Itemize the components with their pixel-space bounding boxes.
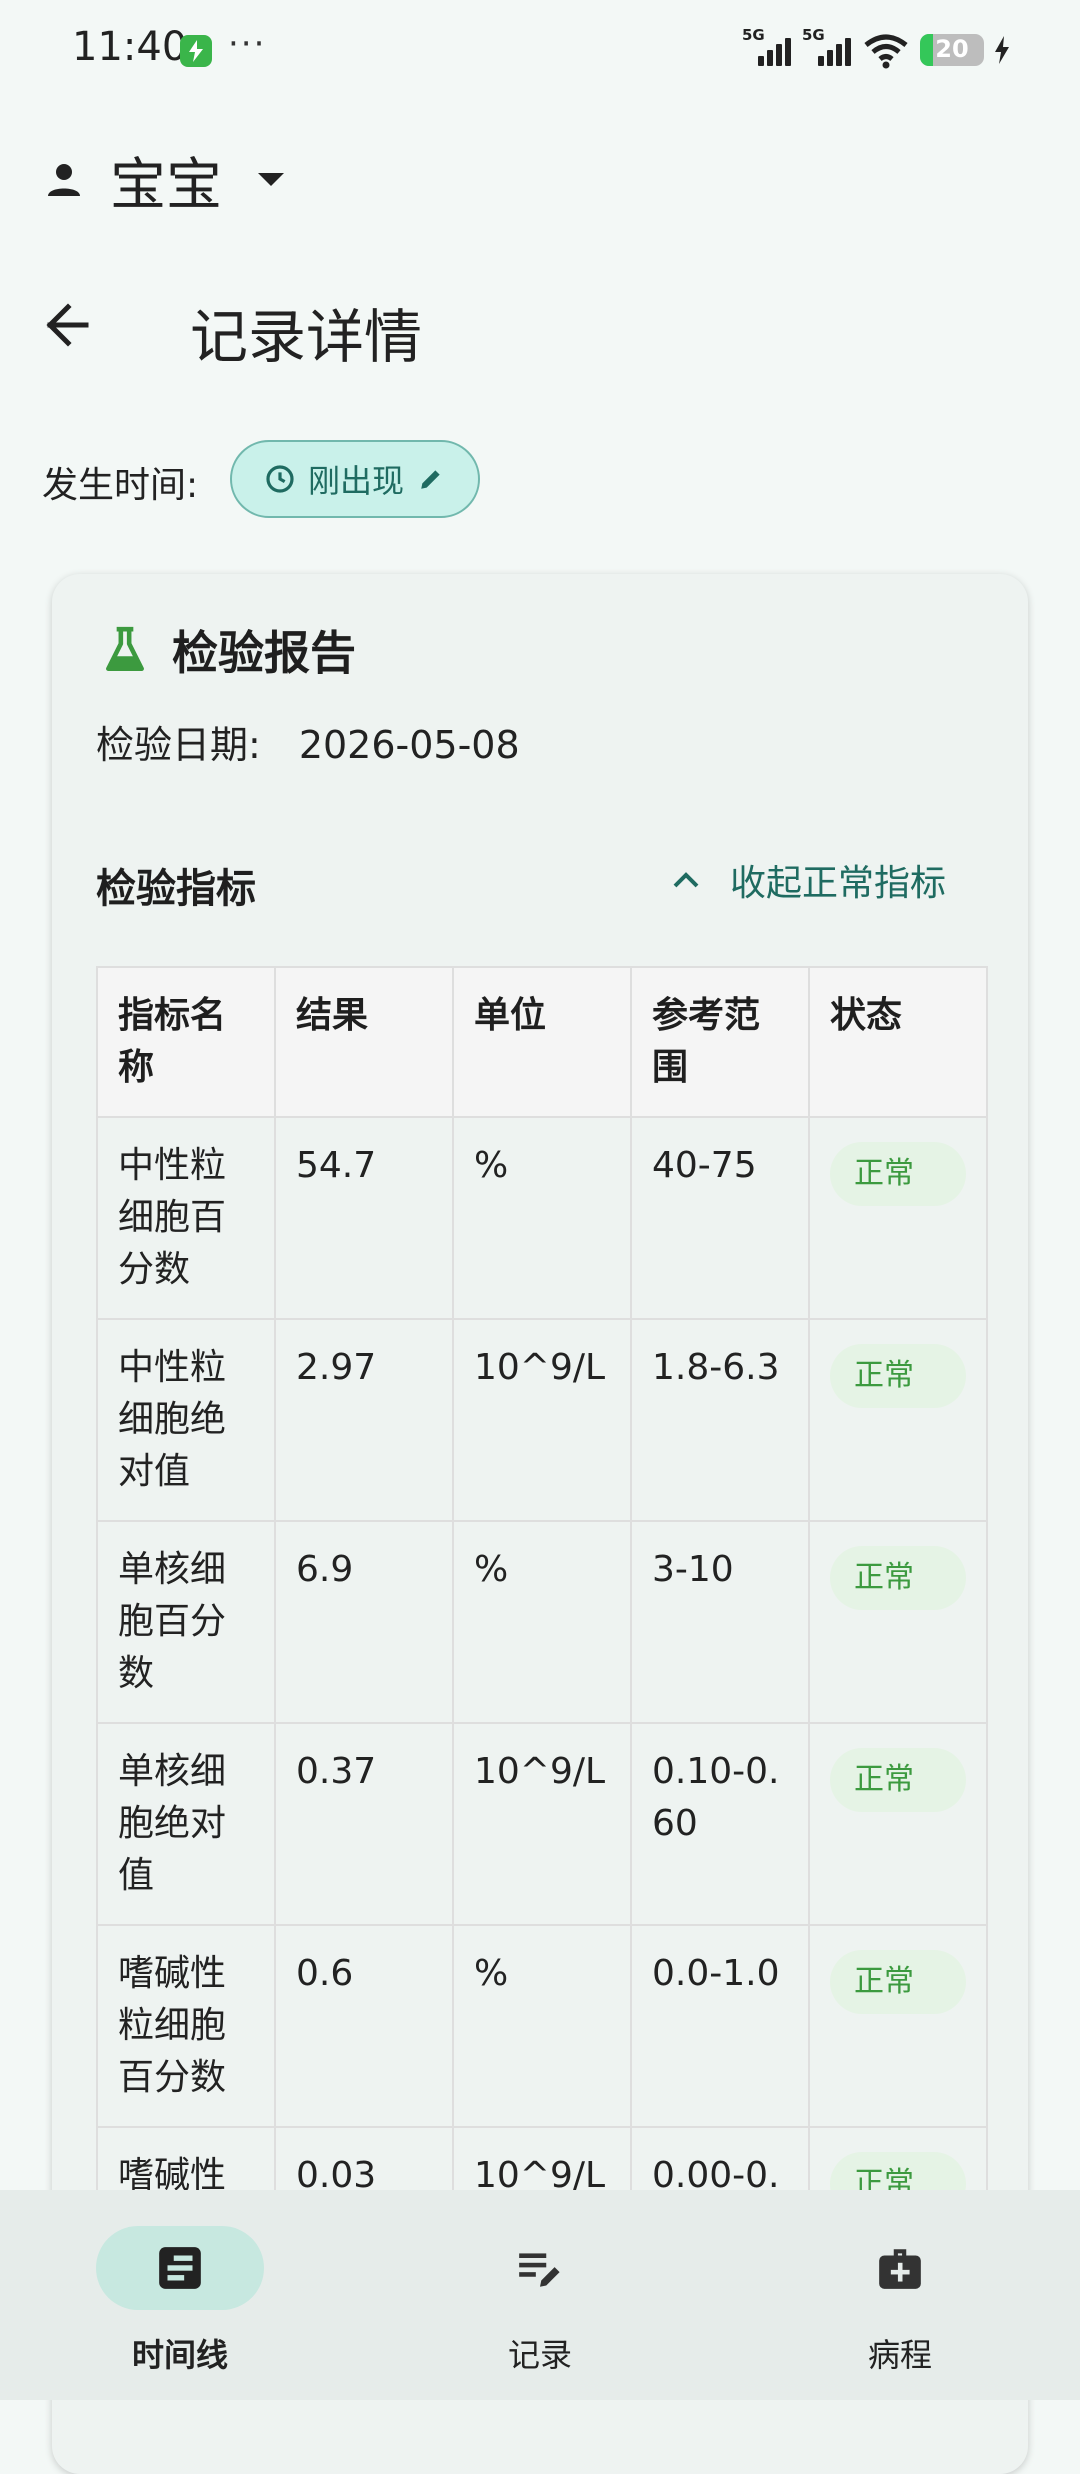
table-header-row: 指标名称 结果 单位 参考范围 状态: [96, 966, 988, 1118]
indicator-name: 嗜碱性粒细胞百分数: [96, 1924, 276, 2128]
lab-results-table: 指标名称 结果 单位 参考范围 状态 中性粒细胞百分数 54.7 % 40-75…: [96, 966, 988, 2324]
indicator-name: 中性粒细胞百分数: [96, 1116, 276, 1320]
column-header: 指标名称: [96, 966, 276, 1118]
card-header: 检验报告: [100, 620, 356, 680]
status-bar: 11:40 ··· 5G 5G 20: [0, 0, 1080, 100]
page-title: 记录详情: [190, 303, 423, 371]
indicator-unit: 10^9/L: [452, 1722, 632, 1926]
occurrence-time-chip[interactable]: 刚出现: [230, 440, 480, 518]
app-notification-icon: [180, 35, 212, 67]
table-row: 中性粒细胞百分数 54.7 % 40-75 正常: [96, 1116, 988, 1320]
report-date-value: 2026-05-08: [298, 723, 520, 767]
battery-icon: 20: [920, 34, 984, 66]
indicator-range: 1.8-6.3: [630, 1318, 810, 1522]
indicator-result: 0.6: [274, 1924, 454, 2128]
column-header: 结果: [274, 966, 454, 1118]
status-badge: 正常: [830, 1950, 966, 2014]
indicator-name: 中性粒细胞绝对值: [96, 1318, 276, 1522]
more-notifications-icon: ···: [228, 24, 267, 64]
report-date-row: 检验日期: 2026-05-08: [96, 714, 520, 769]
nav-item-records[interactable]: 记录: [410, 2226, 670, 2376]
nav-label-disease-course: 病程: [867, 2336, 932, 2374]
back-arrow-icon[interactable]: [40, 295, 106, 355]
column-header: 参考范围: [630, 966, 810, 1118]
status-time: 11:40: [72, 24, 188, 70]
timeline-icon: [159, 2247, 201, 2289]
table-row: 单核细胞绝对值 0.37 10^9/L 0.10-0.60 正常: [96, 1722, 988, 1926]
indicator-result: 6.9: [274, 1520, 454, 1724]
title-bar: 记录详情: [40, 280, 1040, 371]
edit-pencil-icon: [421, 470, 440, 489]
nav-label-timeline: 时间线: [131, 2336, 228, 2374]
profile-selector[interactable]: 宝宝: [40, 140, 286, 220]
status-badge: 正常: [830, 1748, 966, 1812]
section-title: 检验指标: [96, 866, 256, 912]
indicator-result: 54.7: [274, 1116, 454, 1320]
charging-icon: [995, 36, 1009, 64]
indicator-name: 单核细胞百分数: [96, 1520, 276, 1724]
table-row: 中性粒细胞绝对值 2.97 10^9/L 1.8-6.3 正常: [96, 1318, 988, 1522]
nav-item-timeline[interactable]: 时间线: [50, 2226, 310, 2376]
column-header: 单位: [452, 966, 632, 1118]
report-date-label: 检验日期:: [96, 723, 261, 767]
card-title: 检验报告: [172, 626, 356, 680]
chevron-down-icon: [258, 173, 284, 186]
clock-icon: [266, 465, 294, 493]
indicator-unit: %: [452, 1924, 632, 2128]
collapse-normal-label: 收起正常指标: [729, 863, 946, 904]
medical-bag-icon: [879, 2249, 921, 2289]
indicator-unit: %: [452, 1520, 632, 1724]
signal-icon-2: 5G: [802, 26, 852, 70]
column-header: 状态: [808, 966, 988, 1118]
wifi-icon: [864, 34, 908, 69]
nav-item-disease-course[interactable]: 病程: [770, 2226, 1030, 2376]
status-icons: 5G 5G 20: [742, 26, 1010, 72]
bottom-navigation: 时间线 记录 病程: [0, 2190, 1080, 2400]
indicator-unit: %: [452, 1116, 632, 1320]
person-icon: [48, 164, 80, 196]
table-row: 嗜碱性粒细胞百分数 0.6 % 0.0-1.0 正常: [96, 1924, 988, 2128]
status-badge: 正常: [830, 1142, 966, 1206]
indicator-range: 0.0-1.0: [630, 1924, 810, 2128]
collapse-normal-button[interactable]: 收起正常指标: [672, 854, 946, 906]
nav-label-records: 记录: [507, 2336, 572, 2374]
status-badge: 正常: [830, 1546, 966, 1610]
indicator-result: 0.37: [274, 1722, 454, 1926]
indicator-unit: 10^9/L: [452, 1318, 632, 1522]
indicator-range: 0.10-0.60: [630, 1722, 810, 1926]
status-badge: 正常: [830, 1344, 966, 1408]
signal-icon: 5G: [742, 26, 792, 70]
indicator-result: 2.97: [274, 1318, 454, 1522]
occurrence-chip-text: 刚出现: [308, 462, 405, 500]
indicator-range: 3-10: [630, 1520, 810, 1724]
occurrence-label: 发生时间:: [42, 465, 199, 506]
indicator-range: 40-75: [630, 1116, 810, 1320]
edit-note-icon: [519, 2253, 560, 2287]
indicator-name: 单核细胞绝对值: [96, 1722, 276, 1926]
table-row: 单核细胞百分数 6.9 % 3-10 正常: [96, 1520, 988, 1724]
lab-report-card: 检验报告 检验日期: 2026-05-08 检验指标 收起正常指标 指标名称 结果…: [52, 574, 1028, 2474]
chevron-up-icon: [673, 872, 699, 888]
flask-icon: [106, 626, 144, 672]
profile-name: 宝宝: [110, 152, 222, 218]
